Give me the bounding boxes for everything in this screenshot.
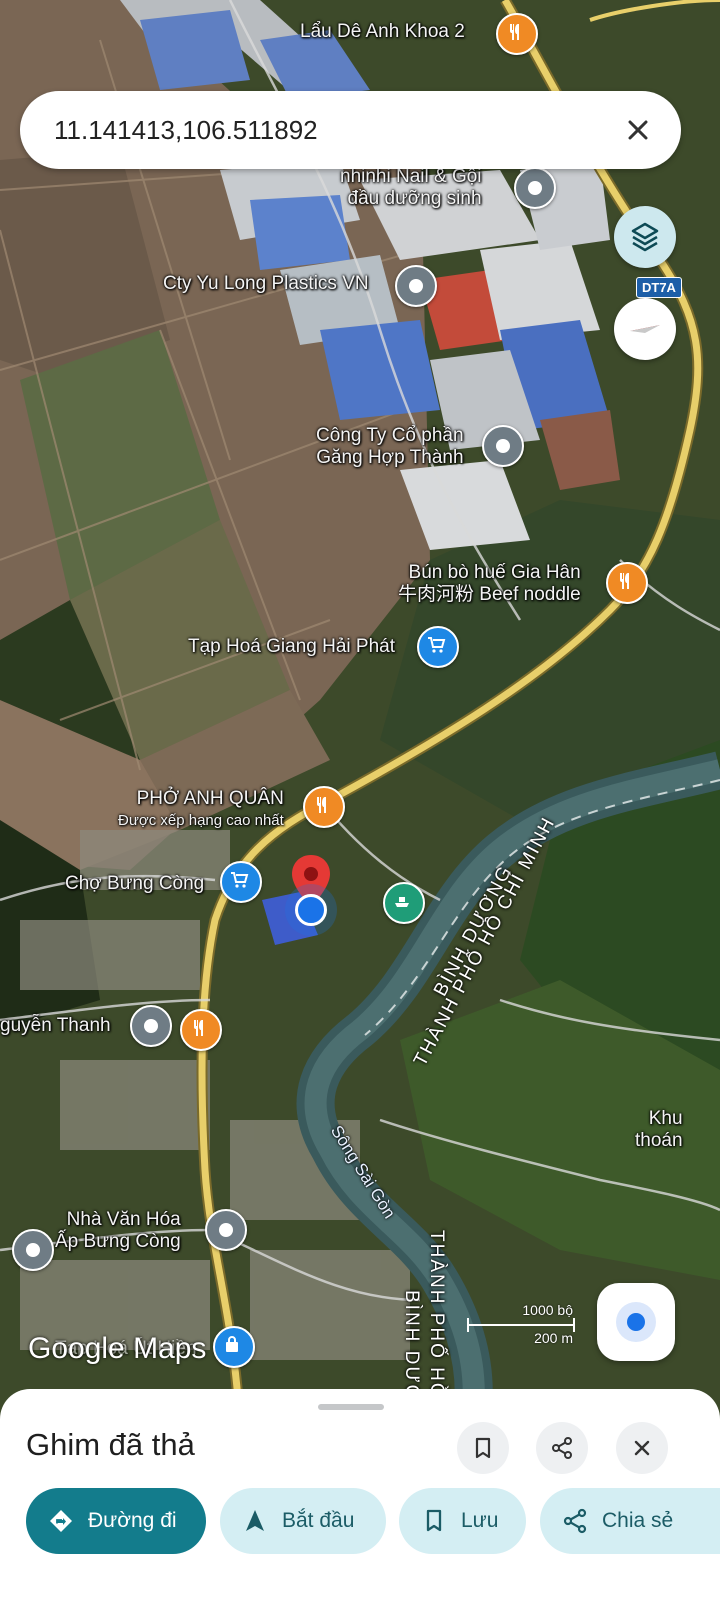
poi-subtitle: đầu dưỡng sinh xyxy=(347,188,482,209)
road-sign: DT7A xyxy=(636,277,682,298)
scale-imperial: 1000 bộ xyxy=(522,1302,573,1318)
shopping-bag-pin-icon[interactable] xyxy=(213,1326,255,1368)
poi-label[interactable]: Công Ty Cổ phần Găng Hợp Thành xyxy=(316,425,464,469)
compass-button[interactable] xyxy=(614,298,676,360)
place-pin-icon[interactable] xyxy=(395,265,437,307)
restaurant-pin-icon[interactable] xyxy=(496,13,538,55)
poi-name: Khu xyxy=(648,1108,683,1129)
poi-label[interactable]: Khu thoán xyxy=(635,1108,683,1152)
poi-name: Bún bò huế Gia Hân xyxy=(408,562,581,583)
map-view[interactable]: Lẩu Dê Anh Khoa 2 nhinhi Nail & Gội đầu … xyxy=(0,0,720,1430)
poi-label[interactable]: Nhà Văn Hóa Ấp Bưng Còng xyxy=(55,1209,181,1253)
place-pin-icon[interactable] xyxy=(482,425,524,467)
settings-place-pin-icon[interactable] xyxy=(12,1229,54,1271)
poi-label[interactable]: Bún bò huế Gia Hân 牛肉河粉 Beef noddle xyxy=(398,562,581,606)
restaurant-pin-icon[interactable] xyxy=(303,786,345,828)
poi-subtitle: Găng Hợp Thành xyxy=(316,447,464,468)
poi-name: Công Ty Cổ phần xyxy=(316,425,464,446)
poi-subtitle: Được xếp hạng cao nhất xyxy=(118,812,284,829)
poi-label[interactable]: guyễn Thanh xyxy=(0,1015,111,1037)
google-maps-logo: Google Maps xyxy=(28,1332,207,1365)
bookmark-icon xyxy=(475,1437,491,1459)
start-button[interactable]: Bắt đầu xyxy=(220,1488,386,1554)
place-pin-icon[interactable] xyxy=(514,167,556,209)
sheet-title: Ghim đã thả xyxy=(26,1427,195,1462)
my-location-dot xyxy=(295,894,327,926)
layers-button[interactable] xyxy=(614,206,676,268)
poi-subtitle: Ấp Bưng Còng xyxy=(55,1231,181,1252)
poi-name: Nhà Văn Hóa xyxy=(66,1209,181,1230)
bottom-sheet[interactable]: Ghim đã thả Đường đi Bắt đầu Lưu Chia sẻ xyxy=(0,1389,720,1609)
share-label: Chia sẻ xyxy=(602,1509,674,1532)
search-bar[interactable]: 11.141413,106.511892 xyxy=(20,91,681,169)
save-label: Lưu xyxy=(461,1509,499,1532)
compass-icon xyxy=(630,325,660,333)
scale-bar: 1000 bộ 200 m xyxy=(467,1302,579,1350)
directions-label: Đường đi xyxy=(88,1509,177,1532)
poi-name: PHỞ ANH QUÂN xyxy=(136,788,284,809)
search-input[interactable]: 11.141413,106.511892 xyxy=(54,115,318,146)
layers-icon xyxy=(631,222,659,252)
poi-label[interactable]: nhinhi Nail & Gội đầu dưỡng sinh xyxy=(340,166,482,210)
drag-handle[interactable] xyxy=(318,1404,384,1410)
bookmark-icon xyxy=(426,1509,442,1532)
navigation-arrow-icon xyxy=(246,1510,264,1531)
share-pill-button[interactable]: Chia sẻ xyxy=(540,1488,720,1554)
place-pin-icon[interactable] xyxy=(130,1005,172,1047)
share-button[interactable] xyxy=(536,1422,588,1474)
share-icon xyxy=(552,1437,572,1459)
location-target-icon xyxy=(616,1302,656,1342)
ferry-pin-icon[interactable] xyxy=(383,882,425,924)
directions-button[interactable]: Đường đi xyxy=(26,1488,206,1554)
poi-name: nhinhi Nail & Gội xyxy=(340,166,482,187)
restaurant-pin-icon[interactable] xyxy=(180,1009,222,1051)
scale-line xyxy=(467,1318,575,1332)
place-pin-icon[interactable] xyxy=(205,1209,247,1251)
poi-label[interactable]: Tạp Hoá Giang Hải Phát xyxy=(188,636,395,658)
close-sheet-button[interactable] xyxy=(616,1422,668,1474)
start-label: Bắt đầu xyxy=(282,1509,355,1532)
scale-metric: 200 m xyxy=(534,1330,573,1346)
poi-label[interactable]: Chợ Bưng Còng xyxy=(65,873,204,895)
save-button[interactable] xyxy=(457,1422,509,1474)
poi-subtitle: thoán xyxy=(635,1130,683,1151)
poi-label[interactable]: Cty Yu Long Plastics VN xyxy=(163,273,369,295)
share-icon xyxy=(563,1508,587,1534)
poi-label[interactable]: Lẩu Dê Anh Khoa 2 xyxy=(300,21,465,43)
close-icon xyxy=(634,1440,650,1456)
save-pill-button[interactable]: Lưu xyxy=(399,1488,526,1554)
poi-label[interactable]: PHỞ ANH QUÂN Được xếp hạng cao nhất xyxy=(118,788,284,832)
restaurant-pin-icon[interactable] xyxy=(606,562,648,604)
directions-icon xyxy=(50,1510,72,1532)
shopping-cart-pin-icon[interactable] xyxy=(417,626,459,668)
admin-boundary-label: BÌNH DƯƠ xyxy=(401,1290,422,1403)
shopping-cart-pin-icon[interactable] xyxy=(220,861,262,903)
my-location-button[interactable] xyxy=(597,1283,675,1361)
close-icon[interactable] xyxy=(621,113,655,147)
poi-subtitle: 牛肉河粉 Beef noddle xyxy=(398,584,581,605)
